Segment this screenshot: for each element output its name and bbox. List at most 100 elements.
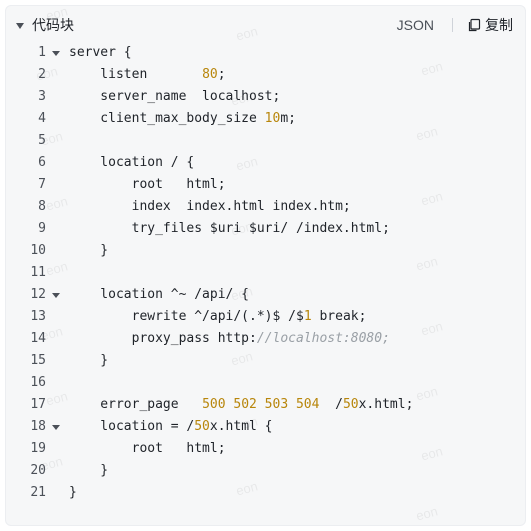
- code-token: location ^~ /api/ {: [69, 287, 250, 302]
- code-line: 7 root html;: [6, 174, 525, 196]
- code-line: 18 location = /50x.html {: [6, 416, 525, 438]
- code-line: 6 location / {: [6, 152, 525, 174]
- code-line: 17 error_page 500 502 503 504 /50x.html;: [6, 394, 525, 416]
- code-token: }: [69, 463, 109, 478]
- code-token: location = /: [69, 419, 195, 434]
- line-number: 13: [30, 309, 46, 324]
- code-block-actions: JSON 复制: [397, 15, 513, 35]
- code-line: 20 }: [6, 460, 525, 482]
- code-token: 1: [303, 309, 312, 324]
- code-text: listen 80;: [69, 64, 226, 86]
- line-number: 7: [38, 177, 46, 192]
- line-number: 11: [30, 265, 46, 280]
- line-number: 18: [30, 419, 46, 434]
- code-token: root html;: [69, 177, 226, 192]
- code-token: 10: [264, 111, 281, 126]
- code-token: 80: [202, 67, 218, 82]
- line-number: 3: [38, 89, 46, 104]
- code-token: x.html {: [209, 419, 273, 434]
- code-token: rewrite ^/api/(.*)$ /$: [69, 309, 304, 324]
- code-token: }: [69, 353, 109, 368]
- copy-label: 复制: [485, 17, 513, 33]
- watermark-text: eon: [414, 503, 440, 524]
- collapse-toggle[interactable]: 代码块: [16, 15, 74, 35]
- code-line: 3 server_name localhost;: [6, 86, 525, 108]
- language-selector[interactable]: JSON: [397, 17, 434, 33]
- line-number: 8: [38, 199, 46, 214]
- code-token: ;: [217, 67, 226, 82]
- code-line: 14 proxy_pass http://localhost:8080;: [6, 328, 525, 350]
- code-token: listen: [69, 67, 203, 82]
- code-text: location / {: [69, 152, 194, 174]
- code-token: root html;: [69, 441, 226, 456]
- line-number: 14: [30, 331, 46, 346]
- code-text: proxy_pass http://localhost:8080;: [69, 328, 390, 350]
- code-token: break;: [311, 309, 367, 324]
- code-token: }: [69, 243, 109, 258]
- code-token: proxy_pass http:: [69, 331, 257, 346]
- code-token: error_page: [69, 397, 203, 412]
- code-line: 16: [6, 372, 525, 394]
- fold-arrow-icon[interactable]: [52, 425, 60, 430]
- code-token: server_name localhost;: [69, 89, 281, 104]
- code-line: 15 }: [6, 350, 525, 372]
- code-text: rewrite ^/api/(.*)$ /$1 break;: [69, 306, 367, 328]
- line-number: 9: [38, 221, 46, 236]
- line-number: 21: [30, 485, 46, 500]
- code-token: m;: [280, 111, 296, 126]
- fold-arrow-icon[interactable]: [52, 293, 60, 298]
- code-text: index index.html index.htm;: [69, 196, 351, 218]
- code-line: 11: [6, 262, 525, 284]
- code-token: x.html;: [358, 397, 414, 412]
- copy-button[interactable]: 复制: [467, 15, 513, 35]
- code-token: 50: [194, 419, 210, 434]
- line-number: 1: [38, 45, 46, 60]
- code-line: 5: [6, 130, 525, 152]
- code-token: location / {: [69, 155, 195, 170]
- code-line: 19 root html;: [6, 438, 525, 460]
- line-number: 5: [38, 133, 46, 148]
- code-line: 8 index index.html index.htm;: [6, 196, 525, 218]
- code-line: 4 client_max_body_size 10m;: [6, 108, 525, 130]
- line-number: 10: [30, 243, 46, 258]
- code-block-panel: 代码块 JSON 复制 eon eon eon eon eon eon eon eon eon e…: [5, 5, 526, 526]
- code-token: //localhost:8080;: [256, 331, 390, 346]
- code-block-title: 代码块: [32, 17, 74, 33]
- code-line: 2 listen 80;: [6, 64, 525, 86]
- code-token: }: [69, 485, 77, 500]
- code-line: 13 rewrite ^/api/(.*)$ /$1 break;: [6, 306, 525, 328]
- line-number: 17: [30, 397, 46, 412]
- code-text: }: [69, 350, 108, 372]
- line-number: 20: [30, 463, 46, 478]
- line-number: 16: [30, 375, 46, 390]
- code-text: root html;: [69, 438, 226, 460]
- code-line: 10 }: [6, 240, 525, 262]
- code-token: try_files $uri $uri/ /index.html;: [69, 221, 390, 236]
- code-token: /: [319, 397, 343, 412]
- code-text: }: [69, 482, 77, 504]
- code-token: 500 502 503 504: [202, 397, 320, 412]
- code-token: index index.html index.htm;: [69, 199, 351, 214]
- code-text: root html;: [69, 174, 226, 196]
- code-text: server_name localhost;: [69, 86, 280, 108]
- code-token: server {: [69, 45, 132, 60]
- line-number: 19: [30, 441, 46, 456]
- code-token: client_max_body_size: [69, 111, 265, 126]
- caret-down-icon: [16, 22, 24, 29]
- code-text: location = /50x.html {: [69, 416, 273, 438]
- code-line: 21}: [6, 482, 525, 504]
- code-line: 12 location ^~ /api/ {: [6, 284, 525, 306]
- code-text: client_max_body_size 10m;: [69, 108, 296, 130]
- line-number: 6: [38, 155, 46, 170]
- code-area[interactable]: 1 server {2 listen 80; 3 server_name local…: [6, 42, 525, 504]
- code-line: 9 try_files $uri $uri/ /index.html;: [6, 218, 525, 240]
- divider: [452, 18, 453, 32]
- line-number: 4: [38, 111, 46, 126]
- code-text: error_page 500 502 503 504 /50x.html;: [69, 394, 413, 416]
- code-text: location ^~ /api/ {: [69, 284, 249, 306]
- fold-arrow-icon[interactable]: [52, 51, 60, 56]
- line-number: 12: [30, 287, 46, 302]
- copy-icon: [468, 18, 481, 32]
- line-number: 15: [30, 353, 46, 368]
- code-text: server {: [69, 42, 132, 64]
